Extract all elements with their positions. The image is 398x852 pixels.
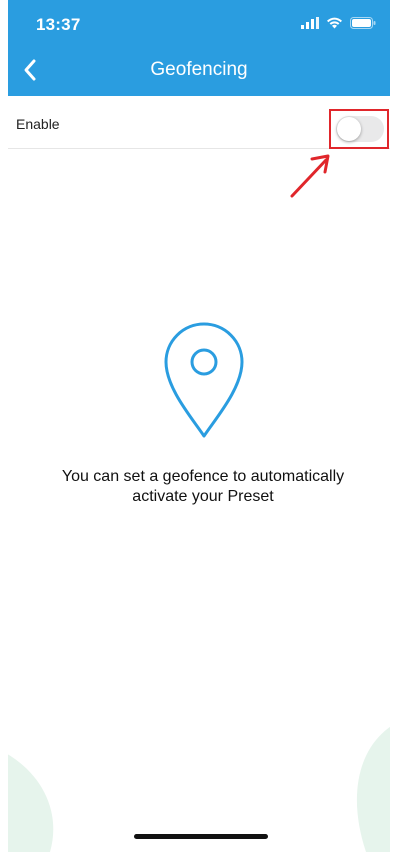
frame-edge-left — [0, 0, 8, 852]
status-icons — [301, 14, 376, 32]
wifi-icon — [327, 17, 342, 29]
highlight-box — [329, 109, 389, 149]
nav-bar: Geofencing — [8, 44, 390, 96]
frame-edge-right — [390, 0, 398, 852]
home-indicator[interactable] — [134, 834, 268, 839]
map-pin-icon — [164, 322, 244, 438]
status-bar: 13:37 — [8, 0, 390, 44]
status-time: 13:37 — [36, 15, 81, 34]
empty-state-message: You can set a geofence to automatically … — [20, 467, 386, 507]
message-line-2: activate your Preset — [132, 488, 274, 505]
battery-icon — [350, 17, 376, 29]
app-screen: 13:37 Geofencing Enable You can set a ge… — [0, 0, 398, 852]
message-line-1: You can set a geofence to automatically — [61, 468, 345, 485]
leaf-decoration-left — [0, 750, 54, 852]
annotation-arrow-icon — [290, 154, 330, 198]
page-title: Geofencing — [150, 59, 248, 80]
signal-icon — [301, 17, 319, 29]
enable-label: Enable — [16, 116, 60, 132]
